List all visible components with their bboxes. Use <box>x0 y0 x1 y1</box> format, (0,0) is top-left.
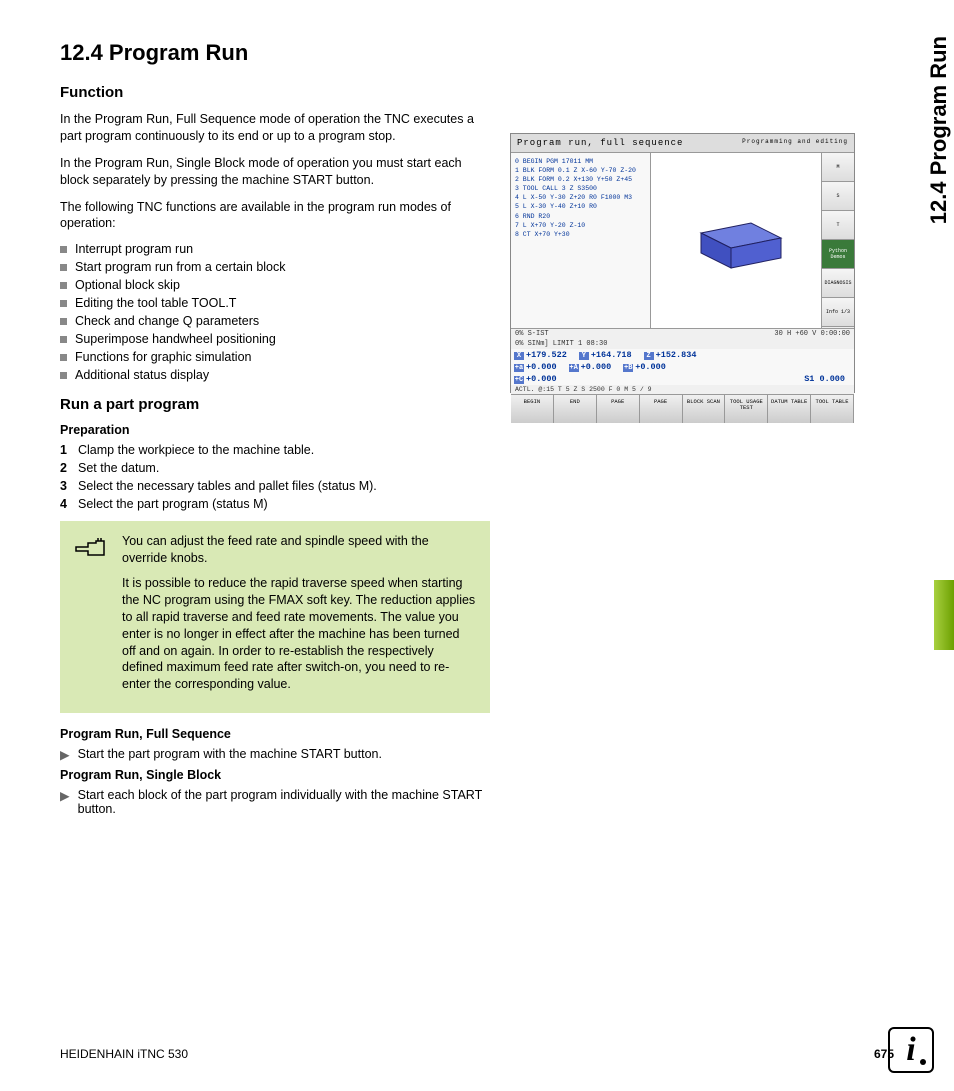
side-btn-diag[interactable]: DIAGNOSIS <box>822 269 854 298</box>
status-bottom: ACTL. @:15 T 5 Z S 2500 F 0 M 5 / 9 <box>511 385 854 394</box>
cnc-screenshot: Program run, full sequence Programming a… <box>510 133 855 393</box>
square-bullet-icon <box>60 336 67 343</box>
side-btn-t[interactable]: T <box>822 211 854 240</box>
side-btn-m[interactable]: M <box>822 153 854 182</box>
side-btn-python[interactable]: Python Demos <box>822 240 854 269</box>
softkey-row: BEGIN END PAGE PAGE BLOCK SCAN TOOL USAG… <box>511 394 854 423</box>
square-bullet-icon <box>60 372 67 379</box>
note-p2: It is possible to reduce the rapid trave… <box>122 575 476 693</box>
workpiece-cube-icon <box>691 203 791 273</box>
footer-product: HEIDENHAIN iTNC 530 <box>60 1047 188 1061</box>
status-line: 0% SINm] LIMIT 1 08:30 <box>511 339 854 349</box>
side-btn-info[interactable]: Info 1/3 <box>822 298 854 327</box>
bullet-text: Interrupt program run <box>75 242 193 256</box>
note-box: You can adjust the feed rate and spindle… <box>60 521 490 713</box>
scr-mode-title: Program run, full sequence <box>517 138 683 148</box>
info-icon: i <box>888 1027 934 1073</box>
bullet-text: Additional status display <box>75 368 209 382</box>
step-text: Select the part program (status M) <box>78 497 268 511</box>
softkey-page-up[interactable]: PAGE <box>597 395 640 423</box>
3d-preview <box>651 153 822 328</box>
preparation-steps: 1Clamp the workpiece to the machine tabl… <box>60 443 490 511</box>
page-title: 12.4 Program Run <box>60 40 894 66</box>
square-bullet-icon <box>60 300 67 307</box>
full-item-text: Start the part program with the machine … <box>78 747 382 762</box>
full-sequence-title: Program Run, Full Sequence <box>60 727 490 741</box>
softkey-end[interactable]: END <box>554 395 597 423</box>
status-line: 0% S-IST 30 H +60 V 0:00:00 <box>511 329 854 339</box>
bullet-text: Check and change Q parameters <box>75 314 259 328</box>
coord-row: +C+0.000 S1 0.000 <box>511 373 854 385</box>
softkey-page-down[interactable]: PAGE <box>640 395 683 423</box>
note-p1: You can adjust the feed rate and spindle… <box>122 533 476 567</box>
softkey-tool-table[interactable]: TOOL TABLE <box>811 395 854 423</box>
square-bullet-icon <box>60 264 67 271</box>
arrow-icon: ▶ <box>60 788 70 816</box>
preparation-title: Preparation <box>60 423 490 437</box>
softkey-datum-table[interactable]: DATUM TABLE <box>768 395 811 423</box>
function-p1: In the Program Run, Full Sequence mode o… <box>60 111 490 145</box>
side-buttons: M S T Python Demos DIAGNOSIS Info 1/3 <box>822 153 854 328</box>
arrow-icon: ▶ <box>60 747 70 762</box>
single-item-text: Start each block of the part program ind… <box>78 788 490 816</box>
softkey-block-scan[interactable]: BLOCK SCAN <box>683 395 726 423</box>
square-bullet-icon <box>60 354 67 361</box>
bullet-text: Optional block skip <box>75 278 180 292</box>
square-bullet-icon <box>60 282 67 289</box>
square-bullet-icon <box>60 318 67 325</box>
softkey-tool-usage[interactable]: TOOL USAGE TEST <box>725 395 768 423</box>
nc-code-listing: 0 BEGIN PGM 17011 MM 1 BLK FORM 0.1 Z X-… <box>511 153 651 328</box>
bullet-text: Editing the tool table TOOL.T <box>75 296 236 310</box>
bullet-text: Start program run from a certain block <box>75 260 286 274</box>
function-bullets: Interrupt program run Start program run … <box>60 242 490 382</box>
vertical-section-tab: 12.4 Program Run <box>924 30 954 230</box>
hand-point-icon <box>74 535 108 701</box>
step-text: Set the datum. <box>78 461 159 475</box>
scr-mode-right: Programming and editing <box>742 138 848 148</box>
softkey-begin[interactable]: BEGIN <box>511 395 554 423</box>
green-thumb-tab <box>934 580 954 650</box>
function-p2: In the Program Run, Single Block mode of… <box>60 155 490 189</box>
function-p3: The following TNC functions are availabl… <box>60 199 490 233</box>
side-btn-s[interactable]: S <box>822 182 854 211</box>
coord-row: +a+0.000 +A+0.000 +B+0.000 <box>511 361 854 373</box>
bullet-text: Superimpose handwheel positioning <box>75 332 276 346</box>
single-block-title: Program Run, Single Block <box>60 768 490 782</box>
section-run-title: Run a part program <box>60 396 490 413</box>
square-bullet-icon <box>60 246 67 253</box>
section-function-title: Function <box>60 84 490 101</box>
coord-row: X+179.522 Y+164.718 Z+152.834 <box>511 349 854 361</box>
step-text: Select the necessary tables and pallet f… <box>78 479 377 493</box>
bullet-text: Functions for graphic simulation <box>75 350 251 364</box>
step-text: Clamp the workpiece to the machine table… <box>78 443 314 457</box>
